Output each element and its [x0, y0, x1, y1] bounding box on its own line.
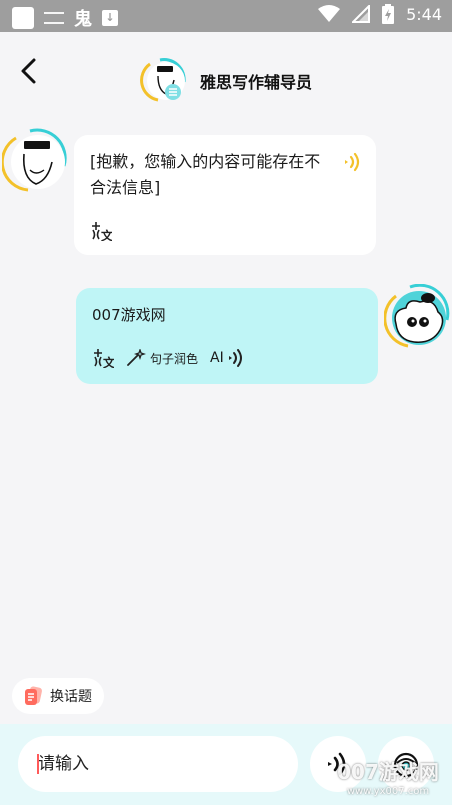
site-watermark: 007游戏网 www.yx007.com — [332, 756, 444, 797]
ghost-notification-icon: 鬼 — [74, 9, 92, 30]
translate-icon[interactable]: 文 — [90, 221, 112, 241]
app-notification-icon — [12, 7, 34, 29]
download-notification-icon: ↓ — [102, 10, 118, 26]
bot-message-bubble: [抱歉，您输入的内容可能存在不合法信息] 文 — [74, 135, 376, 255]
user-message-bubble: 007游戏网 文 句子润色 AI — [76, 288, 378, 384]
status-bar: 鬼 ↓ 5:44 — [0, 0, 452, 32]
message-input[interactable] — [18, 736, 298, 792]
wifi-icon — [318, 5, 341, 22]
user-message-text: 007游戏网 — [92, 306, 166, 324]
status-time: 5:44 — [406, 4, 442, 24]
watermark-title: 007游戏网 — [337, 760, 439, 784]
speaker-icon — [228, 349, 242, 367]
magic-wand-icon — [127, 349, 146, 366]
battery-icon — [382, 4, 395, 24]
wave-notification-icon — [44, 12, 64, 24]
change-topic-label: 换话题 — [50, 689, 92, 705]
chat-header: 雅思写作辅导员 — [0, 32, 452, 118]
polish-sentence-button[interactable]: 句子润色 — [126, 349, 198, 367]
cards-icon — [25, 686, 42, 705]
polish-sentence-label: 句子润色 — [150, 351, 199, 366]
ai-voice-button[interactable]: AI — [210, 349, 244, 367]
svg-text:文: 文 — [101, 228, 112, 241]
signal-icon — [352, 5, 371, 23]
svg-text:文: 文 — [103, 355, 114, 368]
bot-message-text: [抱歉，您输入的内容可能存在不合法信息] — [90, 152, 321, 197]
translate-icon[interactable]: 文 — [92, 348, 114, 368]
text-caret — [37, 754, 39, 774]
status-bar-notifications: 鬼 ↓ — [12, 5, 118, 31]
bot-avatar-small[interactable] — [140, 56, 188, 104]
user-message-actions: 文 句子润色 AI — [92, 348, 244, 368]
watermark-url: www.yx007.com — [346, 786, 430, 797]
change-topic-button[interactable]: 换话题 — [12, 678, 104, 714]
status-bar-system: 5:44 — [318, 4, 442, 24]
page-title: 雅思写作辅导员 — [200, 73, 313, 92]
bot-avatar[interactable] — [2, 128, 68, 194]
play-audio-icon[interactable] — [342, 152, 362, 172]
back-button[interactable] — [14, 56, 44, 86]
ai-voice-label: AI — [210, 350, 224, 366]
user-avatar[interactable] — [384, 284, 450, 350]
